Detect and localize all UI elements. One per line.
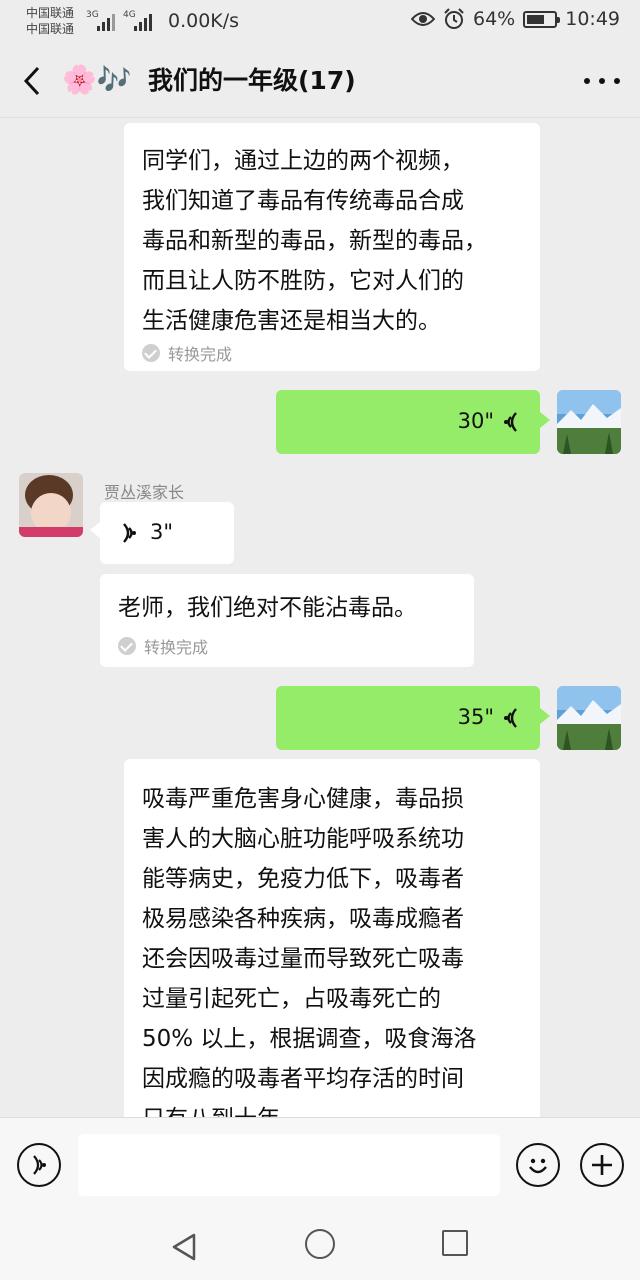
voice-message-bubble[interactable]: 35" [276, 686, 550, 750]
back-arrow-icon[interactable] [18, 64, 48, 98]
conversion-status-label: 转换完成 [144, 638, 209, 657]
sender-avatar[interactable] [19, 473, 83, 537]
my-avatar[interactable] [557, 390, 621, 454]
title-emoji: 🌸🎶 [62, 63, 132, 96]
emoji-button[interactable] [516, 1143, 560, 1187]
message-text: 老师，我们绝对不能沾毒品。 [118, 595, 417, 621]
check-circle-icon [118, 637, 136, 655]
message-input[interactable] [78, 1134, 500, 1196]
conversion-status: 转换完成 [142, 341, 232, 365]
chat-title: 我们的一年级(17) [148, 66, 356, 95]
voice-message-bubble[interactable]: 3" [90, 502, 234, 564]
text-message-bubble[interactable]: 吸毒严重危害身心健康，毒品损 害人的大脑心脏功能呼吸系统功 能等病史，免疫力低下… [124, 759, 540, 1117]
more-options-icon[interactable] [584, 66, 620, 96]
chat-header: 🌸🎶 我们的一年级(17) [0, 44, 640, 118]
more-functions-button[interactable] [580, 1143, 624, 1187]
message-list[interactable]: 同学们，通过上边的两个视频， 我们知道了毒品有传统毒品合成 毒品和新型的毒品，新… [0, 119, 640, 1117]
message-text: 同学们，通过上边的两个视频， 我们知道了毒品有传统毒品合成 毒品和新型的毒品，新… [142, 148, 487, 334]
nav-home-icon[interactable] [305, 1229, 335, 1259]
input-bar [0, 1117, 640, 1212]
sender-nickname: 贾丛溪家长 [104, 483, 185, 502]
voice-wave-icon [504, 412, 517, 432]
smiley-icon [529, 1158, 547, 1174]
conversion-status: 转换完成 [118, 634, 208, 658]
nav-back-icon[interactable] [170, 1232, 198, 1262]
alarm-icon [444, 8, 464, 29]
voice-wave-icon [123, 523, 136, 543]
eye-icon [411, 12, 435, 26]
voice-duration: 35" [457, 705, 494, 729]
text-message-bubble[interactable]: 老师，我们绝对不能沾毒品。 转换完成 [100, 574, 474, 667]
message-text: 吸毒严重危害身心健康，毒品损 害人的大脑心脏功能呼吸系统功 能等病史，免疫力低下… [142, 786, 477, 1117]
voice-input-toggle[interactable] [17, 1143, 61, 1187]
status-right: 64% 10:49 [411, 8, 620, 30]
system-nav-bar [0, 1212, 640, 1280]
plus-icon [592, 1155, 612, 1175]
voice-duration: 3" [150, 520, 174, 544]
network-speed: 0.00K/s [168, 10, 240, 32]
battery-icon [523, 10, 561, 28]
voice-message-bubble[interactable]: 30" [276, 390, 550, 454]
check-circle-icon [142, 344, 160, 362]
text-message-bubble[interactable]: 同学们，通过上边的两个视频， 我们知道了毒品有传统毒品合成 毒品和新型的毒品，新… [124, 123, 540, 371]
signal-icon-2 [134, 11, 152, 31]
nav-recents-icon[interactable] [442, 1230, 468, 1256]
carrier-1: 中国联通 [26, 6, 75, 20]
clock: 10:49 [565, 8, 620, 30]
voice-wave-icon [504, 708, 517, 728]
status-bar: 中国联通 中国联通 3G 4G 0.00K/s 64% 10:49 [0, 0, 640, 44]
battery-percent: 64% [473, 8, 516, 30]
signal-icon-1 [97, 11, 115, 31]
carrier-labels: 中国联通 中国联通 [26, 5, 74, 37]
carrier-2: 中国联通 [26, 22, 75, 36]
voice-wave-icon [33, 1155, 46, 1175]
my-avatar[interactable] [557, 686, 621, 750]
conversion-status-label: 转换完成 [168, 345, 233, 364]
voice-duration: 30" [457, 409, 494, 433]
